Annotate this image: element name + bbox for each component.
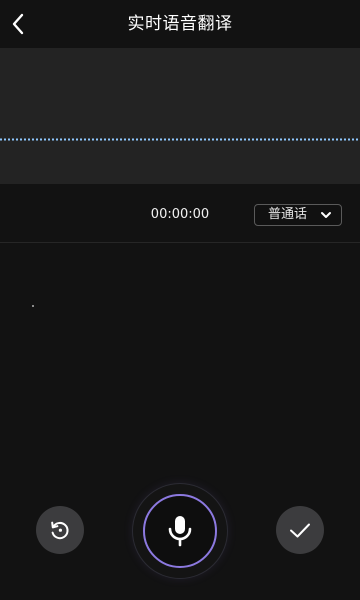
- rotate-ccw-icon: [51, 521, 69, 540]
- language-select[interactable]: 普通话: [254, 204, 342, 226]
- page-title: 实时语音翻译: [127, 14, 233, 34]
- recording-timer: 00:00:00: [150, 207, 210, 222]
- waveform-panel: [0, 48, 360, 184]
- top-app-bar: 实时语音翻译: [0, 0, 360, 48]
- recording-controls-row: 00:00:00 普通话: [0, 184, 360, 243]
- reset-button[interactable]: [36, 506, 84, 554]
- record-button[interactable]: [143, 494, 217, 568]
- language-select-value: 普通话: [268, 207, 308, 222]
- confirm-button[interactable]: [276, 506, 324, 554]
- checkmark-icon: [290, 523, 310, 538]
- waveform-line: [0, 138, 360, 141]
- text-cursor: [32, 305, 34, 307]
- microphone-icon: [168, 516, 192, 547]
- chevron-down-icon: [319, 208, 333, 222]
